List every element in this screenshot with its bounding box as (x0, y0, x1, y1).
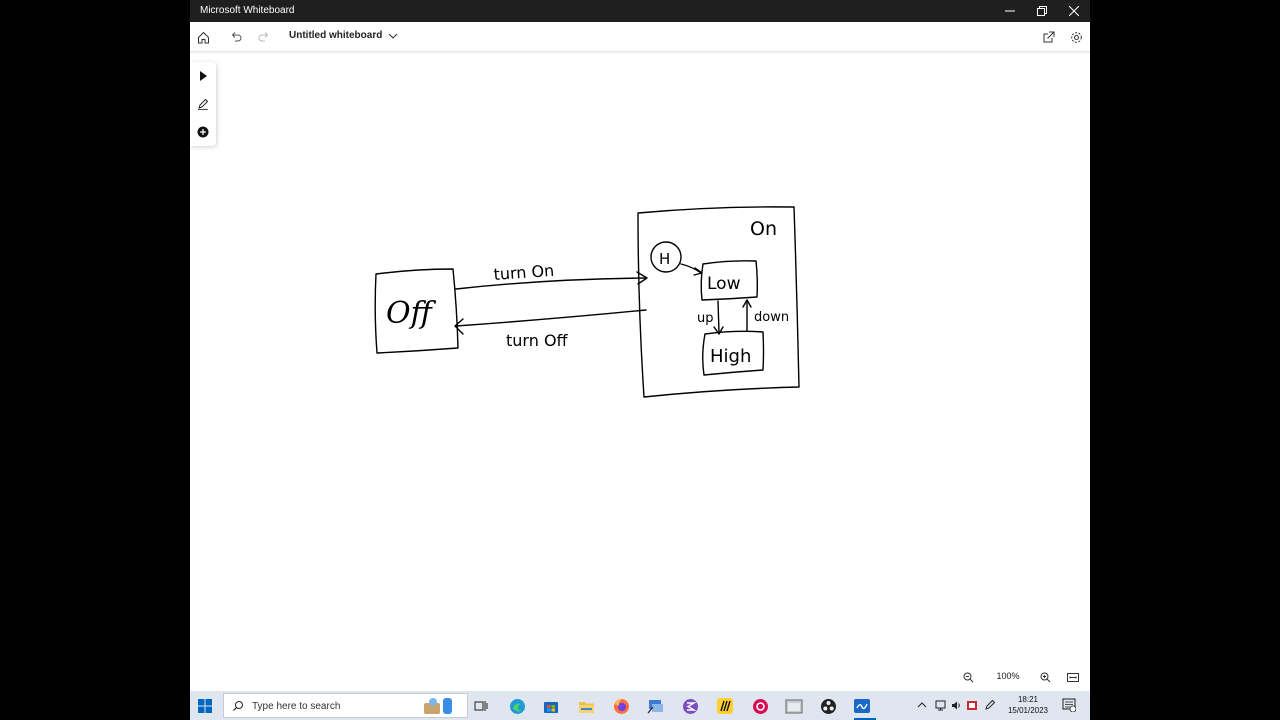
display-icon (935, 700, 945, 710)
share-button[interactable] (1037, 27, 1059, 47)
taskbar-obs[interactable] (818, 696, 838, 716)
redo-icon (258, 32, 269, 42)
taskbar-app-blue[interactable] (646, 696, 666, 716)
zoom-in-button[interactable] (1037, 669, 1053, 685)
whiteboard-window: Microsoft Whiteboard Untitled whiteboard (190, 0, 1090, 720)
taskbar-edge[interactable] (507, 696, 527, 716)
taskbar-store[interactable] (541, 696, 561, 716)
zoom-out-button[interactable] (960, 669, 976, 685)
undo-icon (231, 32, 242, 42)
home-button[interactable] (192, 27, 214, 47)
whiteboard-app-icon (854, 699, 870, 713)
off-state-label: Off (386, 296, 437, 331)
taskbar-tool-window[interactable] (784, 696, 804, 716)
taskbar-file-explorer[interactable] (576, 696, 596, 716)
board-title[interactable]: Untitled whiteboard (289, 30, 382, 41)
taskbar-whiteboard[interactable] (852, 696, 872, 716)
down-label: down (754, 310, 789, 325)
whiteboard-canvas[interactable]: Off On H Low High turn On turn Off up do… (190, 51, 1090, 691)
undo-button[interactable] (225, 27, 247, 47)
miro-icon (717, 698, 733, 714)
pen-tray-icon (985, 699, 996, 710)
clock-date: 15/01/2023 (1007, 706, 1049, 715)
debian-icon (752, 698, 768, 714)
up-transition-arrow (717, 300, 720, 334)
turn-on-label: turn On (493, 261, 555, 284)
clock-time: 18:21 (1017, 695, 1039, 704)
tray-display[interactable] (934, 699, 946, 711)
on-state-label: On (750, 218, 777, 240)
high-state-label: High (710, 346, 751, 367)
tray-pen[interactable] (984, 699, 996, 711)
taskbar-clock[interactable]: 18:21 15/01/2023 (1000, 694, 1056, 716)
close-button[interactable] (1058, 0, 1090, 22)
window-tool-icon (785, 699, 803, 713)
zoom-level: 100% (996, 671, 1020, 681)
share-icon (1043, 31, 1054, 42)
search-icon (233, 701, 243, 711)
store-icon (544, 702, 558, 713)
fit-to-screen-button[interactable] (1065, 669, 1081, 685)
chevron-down-icon[interactable] (387, 30, 399, 42)
turn-off-arrow (455, 309, 647, 327)
window-title: Microsoft Whiteboard (200, 5, 295, 16)
edge-icon (509, 698, 525, 714)
tray-app-icon (967, 701, 977, 710)
tray-volume[interactable] (950, 699, 962, 711)
up-label: up (697, 311, 714, 326)
close-icon (1069, 6, 1079, 16)
show-hidden-icons[interactable] (916, 699, 928, 711)
zoom-out-icon (963, 672, 973, 682)
chevron-up-icon (917, 702, 927, 708)
taskbar-emacs[interactable] (680, 696, 700, 716)
zoom-controls: 100% (960, 667, 1086, 687)
task-view-button[interactable] (471, 696, 491, 716)
app-blue-icon (647, 700, 663, 714)
zoom-in-icon (1040, 672, 1050, 682)
search-highlight-illustration (421, 695, 455, 716)
folder-icon (578, 701, 594, 713)
emacs-icon (682, 698, 698, 714)
taskbar-debian[interactable] (750, 696, 770, 716)
title-bar: Microsoft Whiteboard (190, 0, 1090, 22)
notification-center[interactable] (1062, 698, 1076, 712)
taskbar-search-box[interactable]: Type here to search (223, 693, 468, 718)
fit-screen-icon (1067, 672, 1079, 682)
gear-icon (1070, 31, 1082, 43)
turn-off-label: turn Off (506, 331, 569, 350)
obs-icon (820, 698, 836, 714)
firefox-icon (613, 698, 629, 714)
minimize-icon (1005, 10, 1015, 12)
home-icon (197, 31, 209, 43)
tray-app[interactable] (966, 699, 978, 711)
taskbar-miro[interactable] (715, 696, 735, 716)
search-placeholder: Type here to search (252, 701, 341, 712)
windows-start-icon[interactable] (196, 697, 214, 715)
notification-icon (1062, 698, 1076, 712)
taskbar-firefox[interactable] (611, 696, 631, 716)
app-toolbar: Untitled whiteboard (190, 22, 1090, 52)
minimize-button[interactable] (994, 0, 1026, 22)
windows-taskbar: Type here to search 18:21 15/01/2023 (190, 691, 1090, 720)
settings-button[interactable] (1065, 27, 1087, 47)
restore-button[interactable] (1026, 0, 1058, 22)
redo-button[interactable] (253, 27, 275, 47)
task-view-icon (474, 701, 488, 711)
volume-icon (951, 701, 960, 709)
initial-state-label: H (659, 250, 670, 268)
low-state-label: Low (707, 274, 741, 294)
restore-icon (1037, 6, 1047, 16)
